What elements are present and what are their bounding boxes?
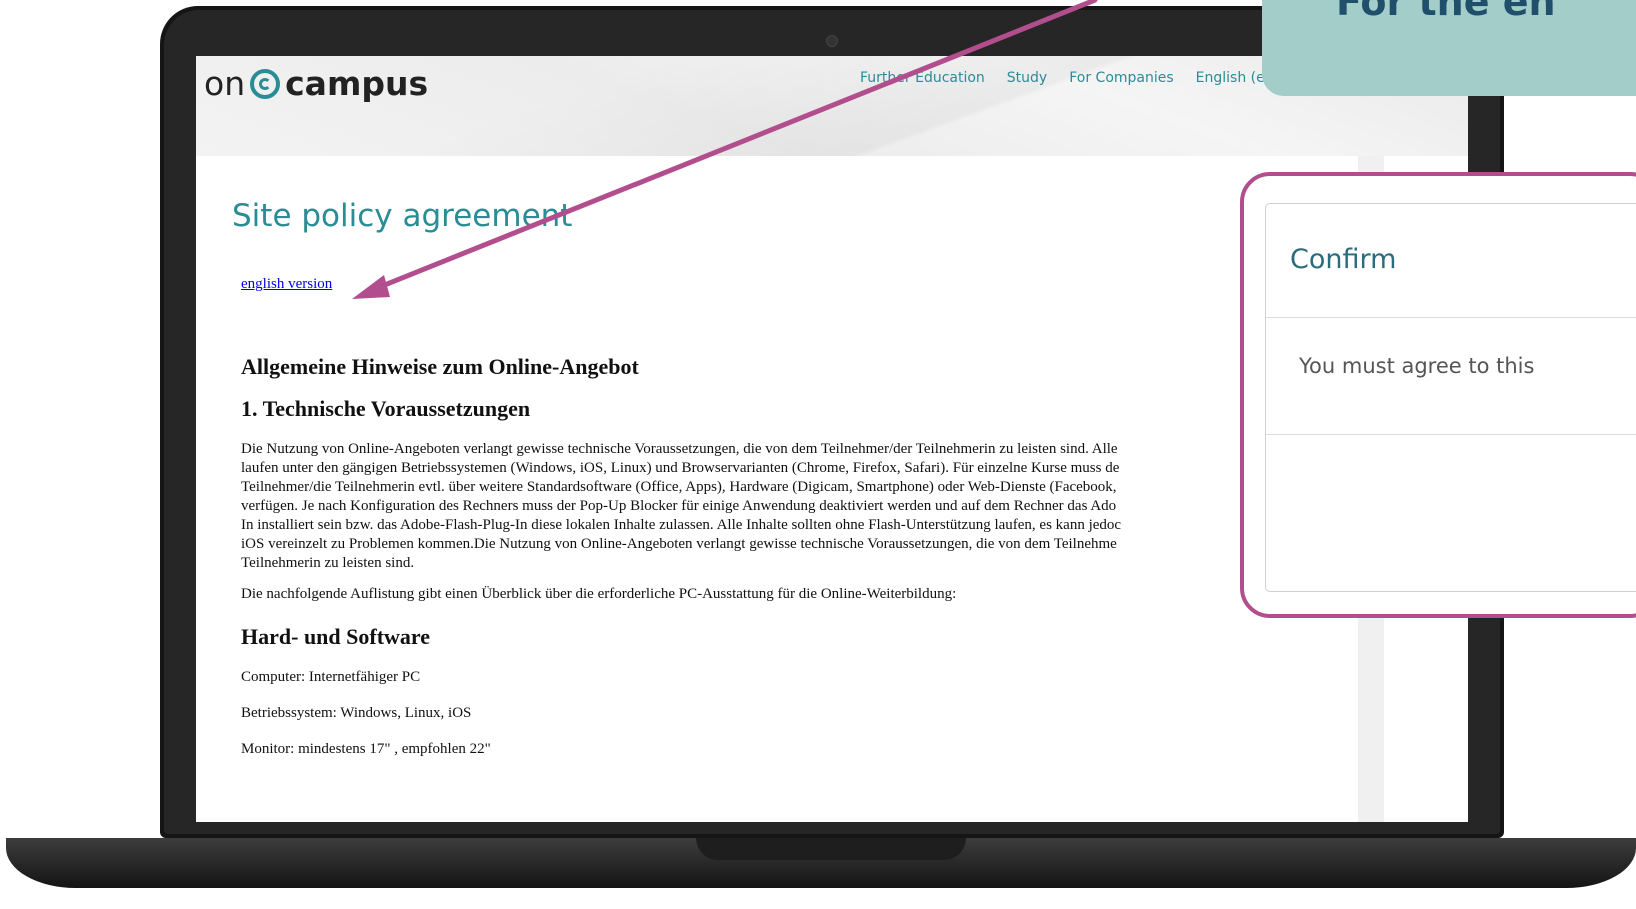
nav-for-companies[interactable]: For Companies bbox=[1069, 70, 1173, 86]
logo-text-on: on bbox=[204, 64, 246, 103]
webcam-icon bbox=[826, 35, 838, 47]
page-title: Site policy agreement bbox=[232, 198, 573, 234]
top-nav: Further Education Study For Companies En… bbox=[860, 70, 1265, 86]
confirm-dialog: Confirm You must agree to this bbox=[1265, 203, 1636, 592]
paragraph-line: laufen unter den gängigen Betriebssystem… bbox=[241, 460, 1120, 476]
nav-language[interactable]: English (e bbox=[1196, 70, 1265, 86]
overview-paragraph: Die nachfolgende Auflistung gibt einen Ü… bbox=[241, 586, 957, 602]
heading-general: Allgemeine Hinweise zum Online-Angebot bbox=[241, 354, 639, 379]
paragraph-line: Teilnehmer/die Teilnehmerin evtl. über w… bbox=[241, 479, 1117, 495]
dialog-message: You must agree to this bbox=[1299, 354, 1535, 378]
laptop-notch bbox=[696, 838, 966, 860]
english-version-link[interactable]: english version bbox=[241, 276, 332, 293]
logo-ring-icon bbox=[250, 68, 281, 99]
heading-hardware: Hard- und Software bbox=[241, 624, 431, 649]
logo-text-campus: campus bbox=[285, 64, 429, 103]
paragraph-line: iOS vereinzelt zu Problemen kommen.Die N… bbox=[241, 536, 1117, 552]
nav-further-education[interactable]: Further Education bbox=[860, 70, 985, 86]
dialog-divider bbox=[1266, 317, 1636, 318]
dialog-divider bbox=[1266, 434, 1636, 435]
paragraph-line: Die Nutzung von Online-Angeboten verlang… bbox=[241, 441, 1118, 457]
nav-study[interactable]: Study bbox=[1007, 70, 1047, 86]
policy-content: Allgemeine Hinweise zum Online-Angebot 1… bbox=[241, 354, 1281, 771]
callout-banner: For the en bbox=[1262, 0, 1636, 96]
dialog-title: Confirm bbox=[1290, 244, 1397, 275]
callout-text: For the en bbox=[1336, 0, 1556, 24]
oncampus-logo[interactable]: on campus bbox=[204, 64, 428, 103]
paragraph-line: Teilnehmerin zu leisten sind. bbox=[241, 555, 415, 571]
paragraph-line: In installiert sein bzw. das Adobe-Flash… bbox=[241, 517, 1122, 533]
heading-technical: 1. Technische Voraussetzungen bbox=[241, 396, 531, 421]
computer-requirement: Computer: Internetfähiger PC bbox=[241, 669, 421, 685]
monitor-requirement: Monitor: mindestens 17" , empfohlen 22" bbox=[241, 741, 491, 757]
technical-paragraph: Die Nutzung von Online-Angeboten verlang… bbox=[241, 440, 1301, 573]
paragraph-line: verfügen. Je nach Konfiguration des Rech… bbox=[241, 498, 1117, 514]
os-requirement: Betriebssystem: Windows, Linux, iOS bbox=[241, 705, 472, 721]
